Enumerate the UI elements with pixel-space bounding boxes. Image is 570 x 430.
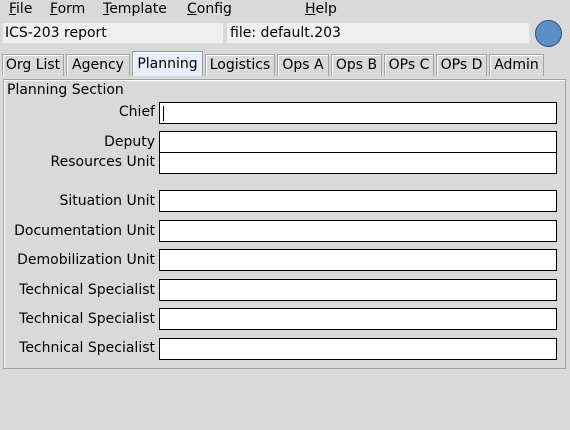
- section-title: Planning Section: [7, 82, 124, 98]
- tab-bar: Org List Agency Planning Logistics Ops A…: [0, 51, 570, 77]
- menu-form-mnemonic: F: [50, 1, 58, 17]
- menu-file-mnemonic: F: [9, 1, 17, 17]
- tab-ops-b[interactable]: Ops B: [331, 54, 382, 76]
- technical-specialist-input-3[interactable]: [159, 338, 557, 360]
- menu-form[interactable]: Form: [50, 0, 85, 19]
- menu-form-label: orm: [57, 1, 86, 17]
- menu-config[interactable]: Config: [187, 0, 232, 19]
- report-title-field[interactable]: ICS-203 report: [3, 23, 223, 43]
- chief-label: Chief: [118, 104, 155, 120]
- tab-logistics[interactable]: Logistics: [205, 54, 275, 76]
- tab-ops-a[interactable]: Ops A: [277, 54, 329, 76]
- tab-ops-c[interactable]: OPs C: [384, 54, 434, 76]
- menu-help-mnemonic: H: [305, 1, 316, 17]
- file-name-display: file: default.203: [227, 23, 529, 43]
- technical-specialist-input-2[interactable]: [159, 308, 557, 330]
- tab-org-list[interactable]: Org List: [2, 54, 64, 76]
- demobilization-unit-input[interactable]: [159, 249, 557, 271]
- menu-help-label: elp: [315, 1, 337, 17]
- situation-unit-input[interactable]: [159, 190, 557, 212]
- demobilization-unit-label: Demobilization Unit: [17, 252, 155, 268]
- resources-unit-input[interactable]: [159, 152, 557, 174]
- menu-file-label: ile: [16, 1, 33, 17]
- menu-template[interactable]: Template: [103, 0, 167, 19]
- tab-ops-d[interactable]: OPs D: [436, 54, 487, 76]
- technical-specialist-input-1[interactable]: [159, 279, 557, 301]
- documentation-unit-input[interactable]: [159, 220, 557, 242]
- status-indicator-icon[interactable]: [535, 20, 562, 47]
- menubar: File Form Template Config Help: [0, 0, 570, 19]
- tab-admin[interactable]: Admin: [489, 54, 544, 76]
- menu-file[interactable]: File: [9, 0, 32, 19]
- menu-config-mnemonic: C: [187, 1, 197, 17]
- tab-planning[interactable]: Planning: [132, 51, 203, 76]
- technical-specialist-label-1: Technical Specialist: [19, 282, 155, 298]
- menu-help[interactable]: Help: [305, 0, 337, 19]
- situation-unit-label: Situation Unit: [59, 193, 155, 209]
- tab-agency[interactable]: Agency: [66, 54, 130, 76]
- technical-specialist-label-2: Technical Specialist: [19, 311, 155, 327]
- resources-unit-label: Resources Unit: [50, 154, 155, 170]
- menu-template-label: emplate: [109, 1, 167, 17]
- documentation-unit-label: Documentation Unit: [14, 223, 155, 239]
- deputy-label: Deputy: [104, 134, 155, 150]
- technical-specialist-label-3: Technical Specialist: [19, 340, 155, 356]
- menu-config-label: onfig: [196, 1, 232, 17]
- chief-input[interactable]: [159, 102, 557, 124]
- deputy-input[interactable]: [159, 131, 557, 153]
- text-cursor: [163, 106, 164, 121]
